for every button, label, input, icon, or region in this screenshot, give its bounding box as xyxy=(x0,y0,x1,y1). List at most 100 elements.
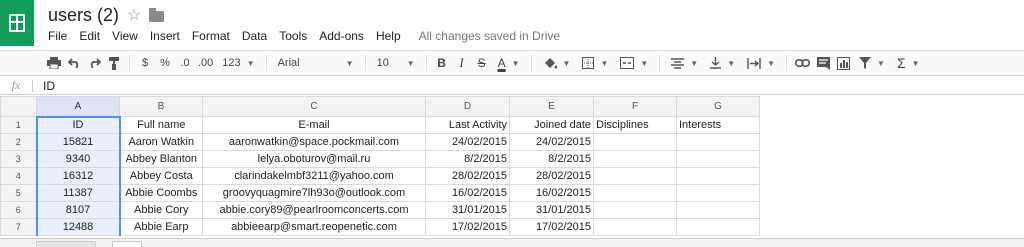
cell-full-name[interactable]: Abbey Blanton xyxy=(119,150,203,168)
decrease-decimals-button[interactable]: .0 xyxy=(175,53,195,73)
cell-last-activity[interactable]: 8/2/2015 xyxy=(425,150,510,168)
cell-id[interactable]: 15821 xyxy=(35,133,121,151)
merge-cells-dropdown[interactable]: ▼ xyxy=(614,57,654,69)
menu-add-ons[interactable]: Add-ons xyxy=(313,29,370,43)
cell-id[interactable]: 16312 xyxy=(35,167,121,185)
row-header[interactable]: 5 xyxy=(0,184,37,202)
document-title[interactable]: users (2) xyxy=(48,5,119,26)
sheet-tab[interactable] xyxy=(112,241,142,247)
star-icon[interactable]: ☆ xyxy=(127,5,141,25)
cell-last-activity[interactable]: 24/02/2015 xyxy=(425,133,510,151)
cell-disciplines[interactable]: Disciplines xyxy=(593,116,677,134)
cell-email[interactable]: abbieearp@smart.reopenetic.com xyxy=(202,218,426,236)
cell-email[interactable]: clarindakelmbf3211@yahoo.com xyxy=(202,167,426,185)
menu-format[interactable]: Format xyxy=(186,29,236,43)
percent-format-button[interactable]: % xyxy=(155,53,175,73)
cell-interests[interactable] xyxy=(676,133,760,151)
filter-dropdown[interactable]: ▼ xyxy=(853,57,891,69)
borders-dropdown[interactable]: ▼ xyxy=(576,57,614,69)
row-header[interactable]: 1 xyxy=(0,116,37,134)
cell-last-activity[interactable]: 31/01/2015 xyxy=(425,201,510,219)
print-icon[interactable] xyxy=(44,53,64,73)
bold-button[interactable]: B xyxy=(432,53,452,73)
italic-button[interactable]: I xyxy=(452,53,472,73)
insert-link-icon[interactable] xyxy=(792,53,813,73)
column-header-e[interactable]: E xyxy=(509,96,594,117)
cell-interests[interactable]: Interests xyxy=(676,116,760,134)
menu-view[interactable]: View xyxy=(106,29,144,43)
cell-disciplines[interactable] xyxy=(593,150,677,168)
cell-email[interactable]: lelya.oboturov@mail.ru xyxy=(202,150,426,168)
cell-disciplines[interactable] xyxy=(593,167,677,185)
cell-id[interactable]: 12488 xyxy=(35,218,121,236)
sheet-tab[interactable] xyxy=(36,241,96,247)
cell-joined-date[interactable]: 31/01/2015 xyxy=(509,201,594,219)
menu-data[interactable]: Data xyxy=(236,29,273,43)
cell-joined-date[interactable]: 28/02/2015 xyxy=(509,167,594,185)
insert-chart-icon[interactable] xyxy=(833,53,853,73)
column-header-b[interactable]: B xyxy=(119,96,203,117)
font-size-dropdown[interactable]: 10 ▼ xyxy=(371,57,421,69)
cell-id[interactable]: 11387 xyxy=(35,184,121,202)
cell-disciplines[interactable] xyxy=(593,201,677,219)
increase-decimals-button[interactable]: .00 xyxy=(195,53,216,73)
column-header-a[interactable]: A xyxy=(36,96,120,117)
cell-email[interactable]: groovyquagmire7lh93o@outlook.com xyxy=(202,184,426,202)
column-header-g[interactable]: G xyxy=(676,96,760,117)
paint-format-icon[interactable] xyxy=(104,53,124,73)
menu-help[interactable]: Help xyxy=(370,29,407,43)
cell-disciplines[interactable] xyxy=(593,133,677,151)
cell-full-name[interactable]: Abbie Earp xyxy=(119,218,203,236)
cell-full-name[interactable]: Abbey Costa xyxy=(119,167,203,185)
column-header-f[interactable]: F xyxy=(593,96,677,117)
cell-email[interactable]: E-mail xyxy=(202,116,426,134)
menu-edit[interactable]: Edit xyxy=(73,29,106,43)
cell-last-activity[interactable]: 28/02/2015 xyxy=(425,167,510,185)
cell-email[interactable]: abbie.cory89@pearlroomconcerts.com xyxy=(202,201,426,219)
cell-full-name[interactable]: Aaron Watkin xyxy=(119,133,203,151)
insert-comment-icon[interactable] xyxy=(813,53,833,73)
more-formats-dropdown[interactable]: 123 ▼ xyxy=(216,57,260,69)
sheets-logo[interactable] xyxy=(0,0,34,46)
cell-id[interactable]: 8107 xyxy=(35,201,121,219)
cell-joined-date[interactable]: 8/2/2015 xyxy=(509,150,594,168)
currency-format-button[interactable]: $ xyxy=(135,53,155,73)
cell-joined-date[interactable]: 24/02/2015 xyxy=(509,133,594,151)
cell-interests[interactable] xyxy=(676,201,760,219)
undo-icon[interactable] xyxy=(64,53,84,73)
row-header[interactable]: 2 xyxy=(0,133,37,151)
cell-joined-date[interactable]: 17/02/2015 xyxy=(509,218,594,236)
horizontal-align-dropdown[interactable]: ▼ xyxy=(665,57,704,69)
row-header[interactable]: 3 xyxy=(0,150,37,168)
row-header[interactable]: 7 xyxy=(0,218,37,236)
row-header[interactable]: 4 xyxy=(0,167,37,185)
cell-interests[interactable] xyxy=(676,184,760,202)
text-wrap-dropdown[interactable]: ▼ xyxy=(741,57,781,69)
cell-full-name[interactable]: Full name xyxy=(119,116,203,134)
menu-tools[interactable]: Tools xyxy=(273,29,313,43)
select-all-corner[interactable] xyxy=(0,96,37,117)
folder-icon[interactable] xyxy=(149,7,165,22)
cell-disciplines[interactable] xyxy=(593,218,677,236)
cell-id[interactable]: 9340 xyxy=(35,150,121,168)
redo-icon[interactable] xyxy=(84,53,104,73)
font-family-dropdown[interactable]: Arial ▼ xyxy=(272,57,360,69)
column-header-d[interactable]: D xyxy=(425,96,510,117)
fill-color-dropdown[interactable]: ▼ xyxy=(537,57,577,70)
cell-joined-date[interactable]: 16/02/2015 xyxy=(509,184,594,202)
cell-last-activity[interactable]: 17/02/2015 xyxy=(425,218,510,236)
cell-full-name[interactable]: Abbie Cory xyxy=(119,201,203,219)
vertical-align-dropdown[interactable]: ▼ xyxy=(704,57,741,69)
column-header-c[interactable]: C xyxy=(202,96,426,117)
strikethrough-button[interactable]: S xyxy=(472,53,492,73)
formula-input[interactable]: ID xyxy=(43,79,55,93)
cell-last-activity[interactable]: 16/02/2015 xyxy=(425,184,510,202)
menu-insert[interactable]: Insert xyxy=(144,29,186,43)
cell-email[interactable]: aaronwatkin@space.pockmail.com xyxy=(202,133,426,151)
cell-last-activity[interactable]: Last Activity xyxy=(425,116,510,134)
cell-full-name[interactable]: Abbie Coombs xyxy=(119,184,203,202)
cell-disciplines[interactable] xyxy=(593,184,677,202)
cell-interests[interactable] xyxy=(676,218,760,236)
cell-id[interactable]: ID xyxy=(35,115,121,134)
menu-file[interactable]: File xyxy=(42,29,73,43)
